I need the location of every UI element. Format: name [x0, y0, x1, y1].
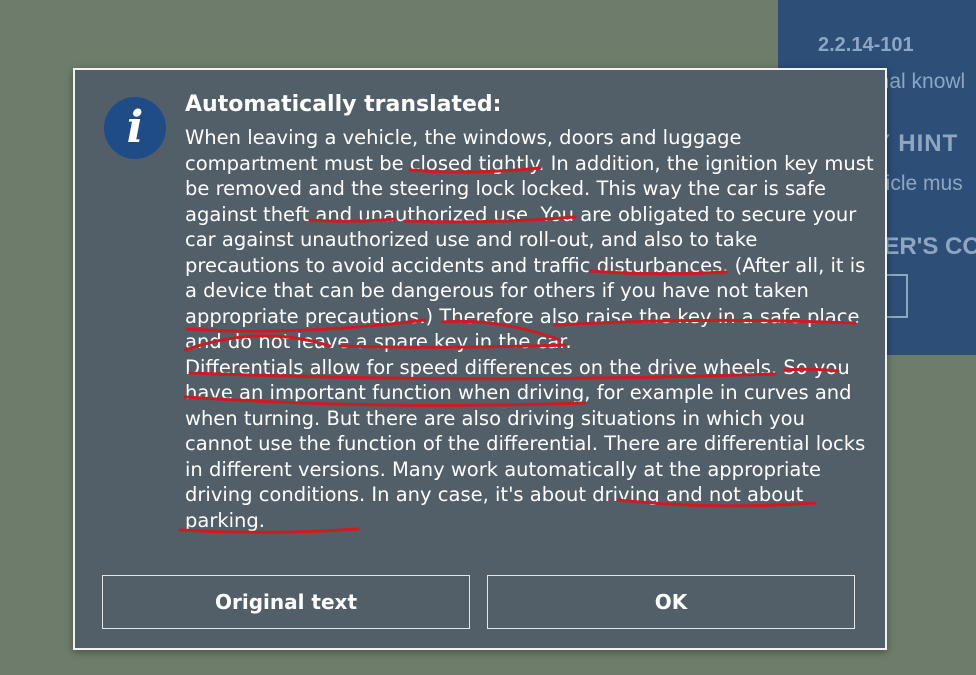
- background-version-text: 2.2.14-101: [818, 34, 914, 56]
- info-icon: i: [104, 97, 166, 159]
- original-text-button[interactable]: Original text: [102, 575, 470, 629]
- background-vehicle-text: hicle mus: [874, 172, 963, 195]
- dialog-title: Automatically translated:: [185, 92, 502, 117]
- ok-button[interactable]: OK: [487, 575, 855, 629]
- dialog-body-text: When leaving a vehicle, the windows, doo…: [185, 126, 874, 532]
- translation-dialog: i Automatically translated: When leaving…: [73, 68, 887, 650]
